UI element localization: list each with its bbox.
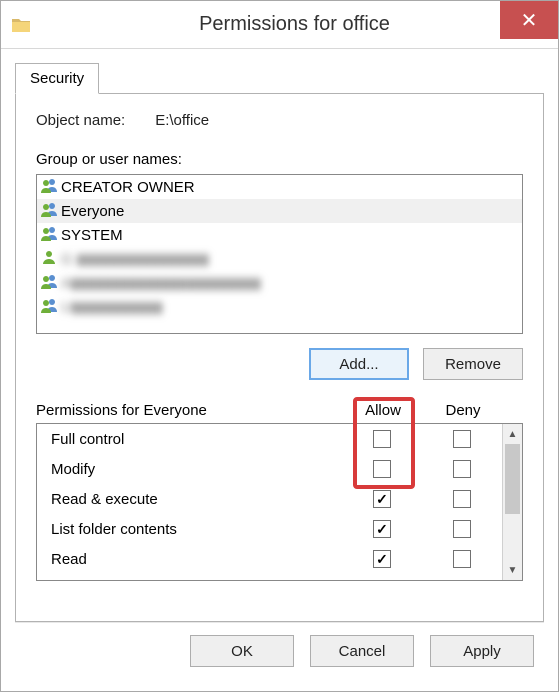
user-name: CREATOR OWNER	[61, 179, 195, 196]
security-panel: Object name: E:\office Group or user nam…	[15, 93, 544, 622]
permission-row: Full control	[37, 424, 502, 454]
allow-checkbox[interactable]: ✓	[373, 550, 391, 568]
permission-row: Read ✓	[37, 544, 502, 574]
user-name: U▮▮▮▮▮▮▮▮▮▮▮	[61, 298, 163, 316]
dialog-footer: OK Cancel Apply	[15, 622, 544, 681]
permissions-dialog: Permissions for office ✕ Security Object…	[0, 0, 559, 692]
permission-name: Read & execute	[51, 491, 342, 508]
user-buttons-row: Add... Remove	[36, 348, 523, 380]
permission-name: Full control	[51, 431, 342, 448]
users-icon	[41, 201, 57, 221]
close-icon: ✕	[521, 8, 538, 33]
scroll-thumb[interactable]	[505, 444, 520, 514]
tab-label: Security	[30, 70, 84, 87]
permission-name: List folder contents	[51, 521, 342, 538]
cancel-button-label: Cancel	[339, 643, 386, 660]
remove-button[interactable]: Remove	[423, 348, 523, 380]
folder-icon	[11, 15, 31, 35]
scroll-down-arrow[interactable]: ▼	[503, 560, 522, 580]
titlebar: Permissions for office ✕	[1, 1, 558, 49]
user-row[interactable]: Everyone	[37, 199, 522, 223]
permissions-for-label: Permissions for Everyone	[36, 402, 343, 419]
cancel-button[interactable]: Cancel	[310, 635, 414, 667]
object-name-value: E:\office	[155, 112, 209, 129]
window-title: Permissions for office	[31, 13, 558, 36]
remove-button-label: Remove	[445, 356, 501, 373]
apply-button[interactable]: Apply	[430, 635, 534, 667]
user-icon	[41, 249, 57, 269]
allow-column-header: Allow	[343, 402, 423, 419]
ok-button[interactable]: OK	[190, 635, 294, 667]
scroll-up-arrow[interactable]: ▲	[503, 424, 522, 444]
ok-button-label: OK	[231, 643, 253, 660]
group-users-label: Group or user names:	[36, 151, 523, 168]
user-name: G ▮▮▮▮▮▮▮▮▮▮▮▮▮▮▮▮	[61, 250, 209, 268]
tab-security[interactable]: Security	[15, 63, 99, 94]
allow-checkbox[interactable]: ✓	[373, 520, 391, 538]
permissions-header: Permissions for Everyone Allow Deny	[36, 402, 523, 419]
users-icon	[41, 225, 57, 245]
permission-row: Modify	[37, 454, 502, 484]
permissions-scrollbar[interactable]: ▲ ▼	[502, 424, 522, 580]
add-button[interactable]: Add...	[309, 348, 409, 380]
permission-name: Read	[51, 551, 342, 568]
user-row[interactable]: G ▮▮▮▮▮▮▮▮▮▮▮▮▮▮▮▮	[37, 247, 522, 271]
deny-column-header: Deny	[423, 402, 503, 419]
dialog-body: Security Object name: E:\office Group or…	[1, 49, 558, 691]
deny-checkbox[interactable]	[453, 520, 471, 538]
user-name: SYSTEM	[61, 227, 123, 244]
object-name-label: Object name:	[36, 112, 125, 129]
user-name: A▮▮▮▮▮▮▮▮▮▮▮▮▮▮▮▮▮▮▮▮▮▮▮	[61, 274, 261, 292]
permission-row: List folder contents ✓	[37, 514, 502, 544]
permissions-list: Full controlModifyRead & execute✓List fo…	[36, 423, 523, 581]
users-icon	[41, 273, 57, 293]
add-button-label: Add...	[339, 356, 378, 373]
allow-checkbox[interactable]	[373, 430, 391, 448]
users-listbox[interactable]: CREATOR OWNER Everyone SYSTEM G ▮▮▮▮▮▮▮▮▮▮▮…	[36, 174, 523, 334]
object-name-row: Object name: E:\office	[36, 112, 523, 129]
deny-checkbox[interactable]	[453, 430, 471, 448]
close-button[interactable]: ✕	[500, 1, 558, 39]
deny-checkbox[interactable]	[453, 460, 471, 478]
tabstrip: Security	[15, 63, 544, 93]
user-row[interactable]: A▮▮▮▮▮▮▮▮▮▮▮▮▮▮▮▮▮▮▮▮▮▮▮	[37, 271, 522, 295]
allow-checkbox[interactable]	[373, 460, 391, 478]
deny-checkbox[interactable]	[453, 550, 471, 568]
apply-button-label: Apply	[463, 643, 501, 660]
users-icon	[41, 297, 57, 317]
users-icon	[41, 177, 57, 197]
deny-checkbox[interactable]	[453, 490, 471, 508]
user-row[interactable]: CREATOR OWNER	[37, 175, 522, 199]
allow-checkbox[interactable]: ✓	[373, 490, 391, 508]
user-row[interactable]: U▮▮▮▮▮▮▮▮▮▮▮	[37, 295, 522, 319]
permission-name: Modify	[51, 461, 342, 478]
user-row[interactable]: SYSTEM	[37, 223, 522, 247]
user-name: Everyone	[61, 203, 124, 220]
permission-row: Read & execute ✓	[37, 484, 502, 514]
